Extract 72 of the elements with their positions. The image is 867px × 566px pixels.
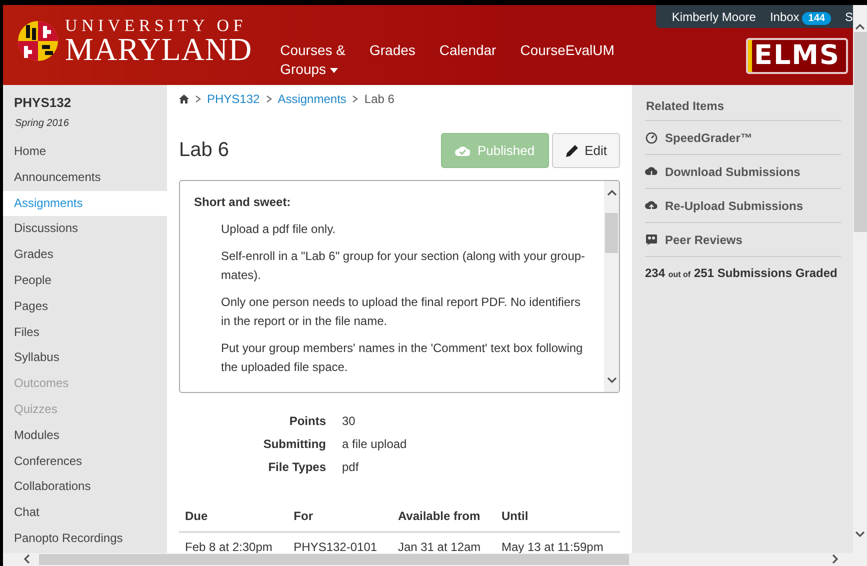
breadcrumb-current: Lab 6 bbox=[364, 92, 394, 106]
table-cell: Jan 31 at 12am bbox=[392, 532, 496, 558]
detail-label: Submitting bbox=[262, 436, 326, 453]
related-link[interactable]: Peer Reviews bbox=[645, 223, 841, 257]
horizontal-scrollbar[interactable] bbox=[3, 553, 867, 566]
chevron-icon bbox=[266, 95, 272, 103]
table-cell: Feb 8 at 2:30pm bbox=[179, 532, 288, 558]
gauge-icon bbox=[645, 132, 658, 144]
detail-value: 30 bbox=[342, 413, 356, 430]
sidebar-item[interactable]: People bbox=[3, 268, 167, 294]
detail-value: a file upload bbox=[342, 436, 408, 453]
home-icon[interactable] bbox=[179, 94, 189, 104]
sidebar-item[interactable]: Files bbox=[3, 320, 167, 346]
nav-link[interactable]: S bbox=[844, 10, 853, 24]
course-title: PHYS132 bbox=[13, 94, 72, 112]
scroll-thumb[interactable] bbox=[854, 32, 866, 232]
nav-link[interactable]: CourseEvalUM bbox=[508, 41, 626, 85]
logo-text: MARYLAND bbox=[65, 34, 252, 64]
sidebar-item[interactable]: Syllabus bbox=[3, 345, 167, 372]
related-link[interactable]: Download Submissions bbox=[645, 155, 841, 189]
scroll-thumb[interactable] bbox=[39, 554, 629, 565]
user-name-link[interactable]: Kimberly Moore bbox=[672, 10, 756, 24]
inbox-link[interactable]: Inbox 144 bbox=[770, 10, 831, 24]
sidebar-item[interactable]: Announcements bbox=[3, 164, 167, 191]
description-paragraph: Only one person needs to upload the final report PDF. No identifiers in the report or in the file name. bbox=[221, 294, 582, 330]
course-term: Spring 2016 bbox=[14, 118, 70, 131]
graded-summary: 234 out of 251 Submissions Graded bbox=[645, 265, 838, 280]
related-link[interactable]: Re-Upload Submissions bbox=[645, 189, 841, 223]
description-paragraph: Upload a pdf file only. bbox=[221, 221, 337, 238]
detail-label: File Types bbox=[267, 459, 326, 476]
panel-title: Related Items bbox=[645, 85, 841, 121]
edit-button[interactable]: Edit bbox=[552, 133, 620, 168]
nav-link[interactable]: Grades bbox=[357, 41, 428, 85]
column-header: Until bbox=[496, 503, 620, 532]
description-paragraph: Put your group members' names in the 'Comment' text box following the uploaded file space. bbox=[221, 340, 584, 376]
sidebar-item[interactable]: Discussions bbox=[3, 216, 167, 242]
chevron-icon bbox=[195, 95, 201, 103]
table-cell: PHYS132-0101 bbox=[288, 532, 392, 558]
breadcrumb-link[interactable]: PHYS132 bbox=[207, 92, 260, 106]
description-paragraph: Self-enroll in a "Lab 6" group for your section (along with your group-mates). bbox=[221, 248, 586, 284]
chevron-icon bbox=[352, 95, 358, 103]
scrollbar[interactable] bbox=[604, 181, 619, 392]
elms-logo[interactable]: ELMS bbox=[746, 38, 848, 74]
people-card-icon bbox=[645, 234, 658, 246]
scroll-thumb[interactable] bbox=[605, 213, 618, 253]
description-heading: Short and sweet: bbox=[194, 194, 292, 211]
cloud-download-icon bbox=[645, 166, 658, 178]
sidebar-item[interactable]: Modules bbox=[3, 422, 167, 449]
flag-seal-icon bbox=[17, 20, 59, 62]
sidebar-item[interactable]: Pages bbox=[3, 294, 167, 320]
sidebar-item[interactable]: Home bbox=[3, 139, 167, 165]
column-header: For bbox=[288, 503, 392, 532]
detail-value: pdf bbox=[342, 459, 360, 476]
page-title: Lab 6 bbox=[179, 139, 230, 162]
table-cell: May 13 at 11:59pm bbox=[496, 532, 620, 558]
sidebar-item[interactable]: Panopto Recordings bbox=[3, 526, 167, 552]
column-header: Due bbox=[179, 503, 288, 532]
nav-link[interactable]: Courses & Groups bbox=[268, 41, 358, 85]
nav-link[interactable]: Calendar bbox=[427, 41, 508, 85]
related-link[interactable]: SpeedGrader™ bbox=[645, 121, 841, 155]
sidebar-item[interactable]: Collaborations bbox=[3, 474, 167, 500]
sidebar-item[interactable]: Conferences bbox=[3, 448, 167, 474]
sidebar-item[interactable]: Chat bbox=[3, 500, 167, 526]
detail-label: Points bbox=[288, 413, 326, 430]
logo-text: UNIVERSITY OF bbox=[65, 17, 248, 34]
cloud-check-icon bbox=[455, 144, 470, 157]
sidebar-item[interactable]: Grades bbox=[3, 242, 167, 268]
pencil-icon bbox=[564, 144, 579, 158]
cloud-upload-icon bbox=[645, 200, 658, 212]
breadcrumb-link[interactable]: Assignments bbox=[278, 92, 346, 106]
vertical-scrollbar[interactable] bbox=[853, 5, 867, 553]
column-header: Available from bbox=[392, 503, 496, 532]
